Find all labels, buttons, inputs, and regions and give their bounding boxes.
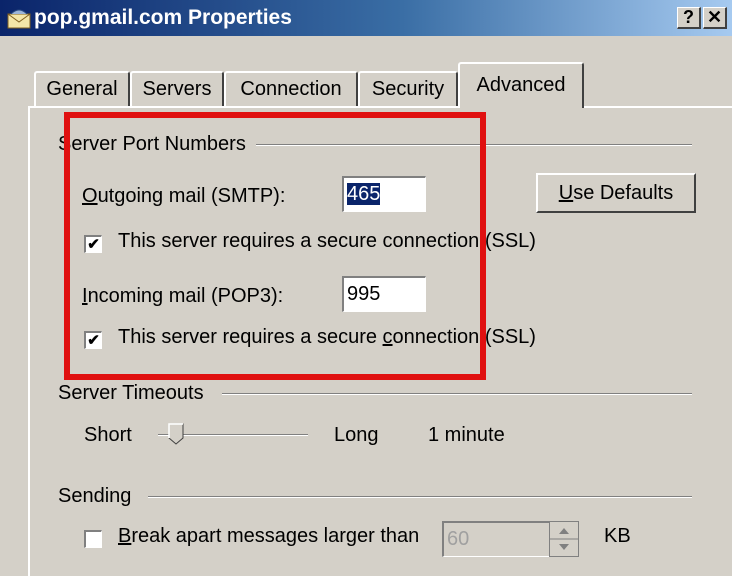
title-bar[interactable]: pop.gmail.com Properties ? ✕	[0, 0, 732, 36]
outgoing-port-value: 465	[347, 183, 381, 205]
server-ports-group-label: Server Port Numbers	[58, 133, 246, 155]
timeout-slider-thumb[interactable]	[168, 423, 184, 445]
tab-security[interactable]: Security	[358, 71, 458, 107]
break-apart-size-input[interactable]: 60	[442, 521, 550, 557]
help-button[interactable]: ?	[677, 7, 701, 29]
ssl-incoming-checkbox[interactable]: ✔	[84, 331, 102, 349]
timeouts-group-label: Server Timeouts	[58, 382, 204, 404]
server-ports-divider	[256, 144, 692, 146]
ssl-incoming-label: This server requires a secure connection…	[118, 326, 536, 348]
mail-account-icon	[7, 9, 31, 29]
timeout-value: 1 minute	[428, 424, 505, 446]
outgoing-port-input[interactable]: 465	[342, 176, 426, 212]
timeout-short-label: Short	[84, 424, 132, 446]
sending-divider	[148, 496, 692, 498]
ssl-outgoing-checkbox[interactable]: ✔	[84, 235, 102, 253]
timeouts-divider	[222, 393, 692, 395]
close-button[interactable]: ✕	[703, 7, 727, 29]
incoming-mail-label: Incoming mail (POP3):	[82, 285, 284, 307]
check-icon: ✔	[87, 332, 100, 349]
size-spinner[interactable]	[549, 521, 579, 557]
break-apart-label: Break apart messages larger than	[118, 525, 420, 547]
outgoing-mail-label: Outgoing mail (SMTP):	[82, 185, 286, 207]
break-apart-checkbox[interactable]	[84, 530, 102, 548]
window-title: pop.gmail.com Properties	[34, 6, 292, 29]
incoming-port-input[interactable]: 995	[342, 276, 426, 312]
ssl-outgoing-label: This server requires a secure connection…	[118, 230, 536, 252]
tab-general[interactable]: General	[34, 71, 130, 107]
tab-advanced[interactable]: Advanced	[458, 62, 584, 108]
timeout-long-label: Long	[334, 424, 379, 446]
spinner-arrows-icon	[550, 528, 578, 550]
sending-group-label: Sending	[58, 485, 132, 507]
tab-servers[interactable]: Servers	[130, 71, 224, 107]
break-apart-unit: KB	[604, 525, 631, 547]
tab-connection[interactable]: Connection	[224, 71, 358, 107]
use-defaults-button[interactable]: Use Defaults	[536, 173, 696, 213]
check-icon: ✔	[87, 236, 100, 253]
